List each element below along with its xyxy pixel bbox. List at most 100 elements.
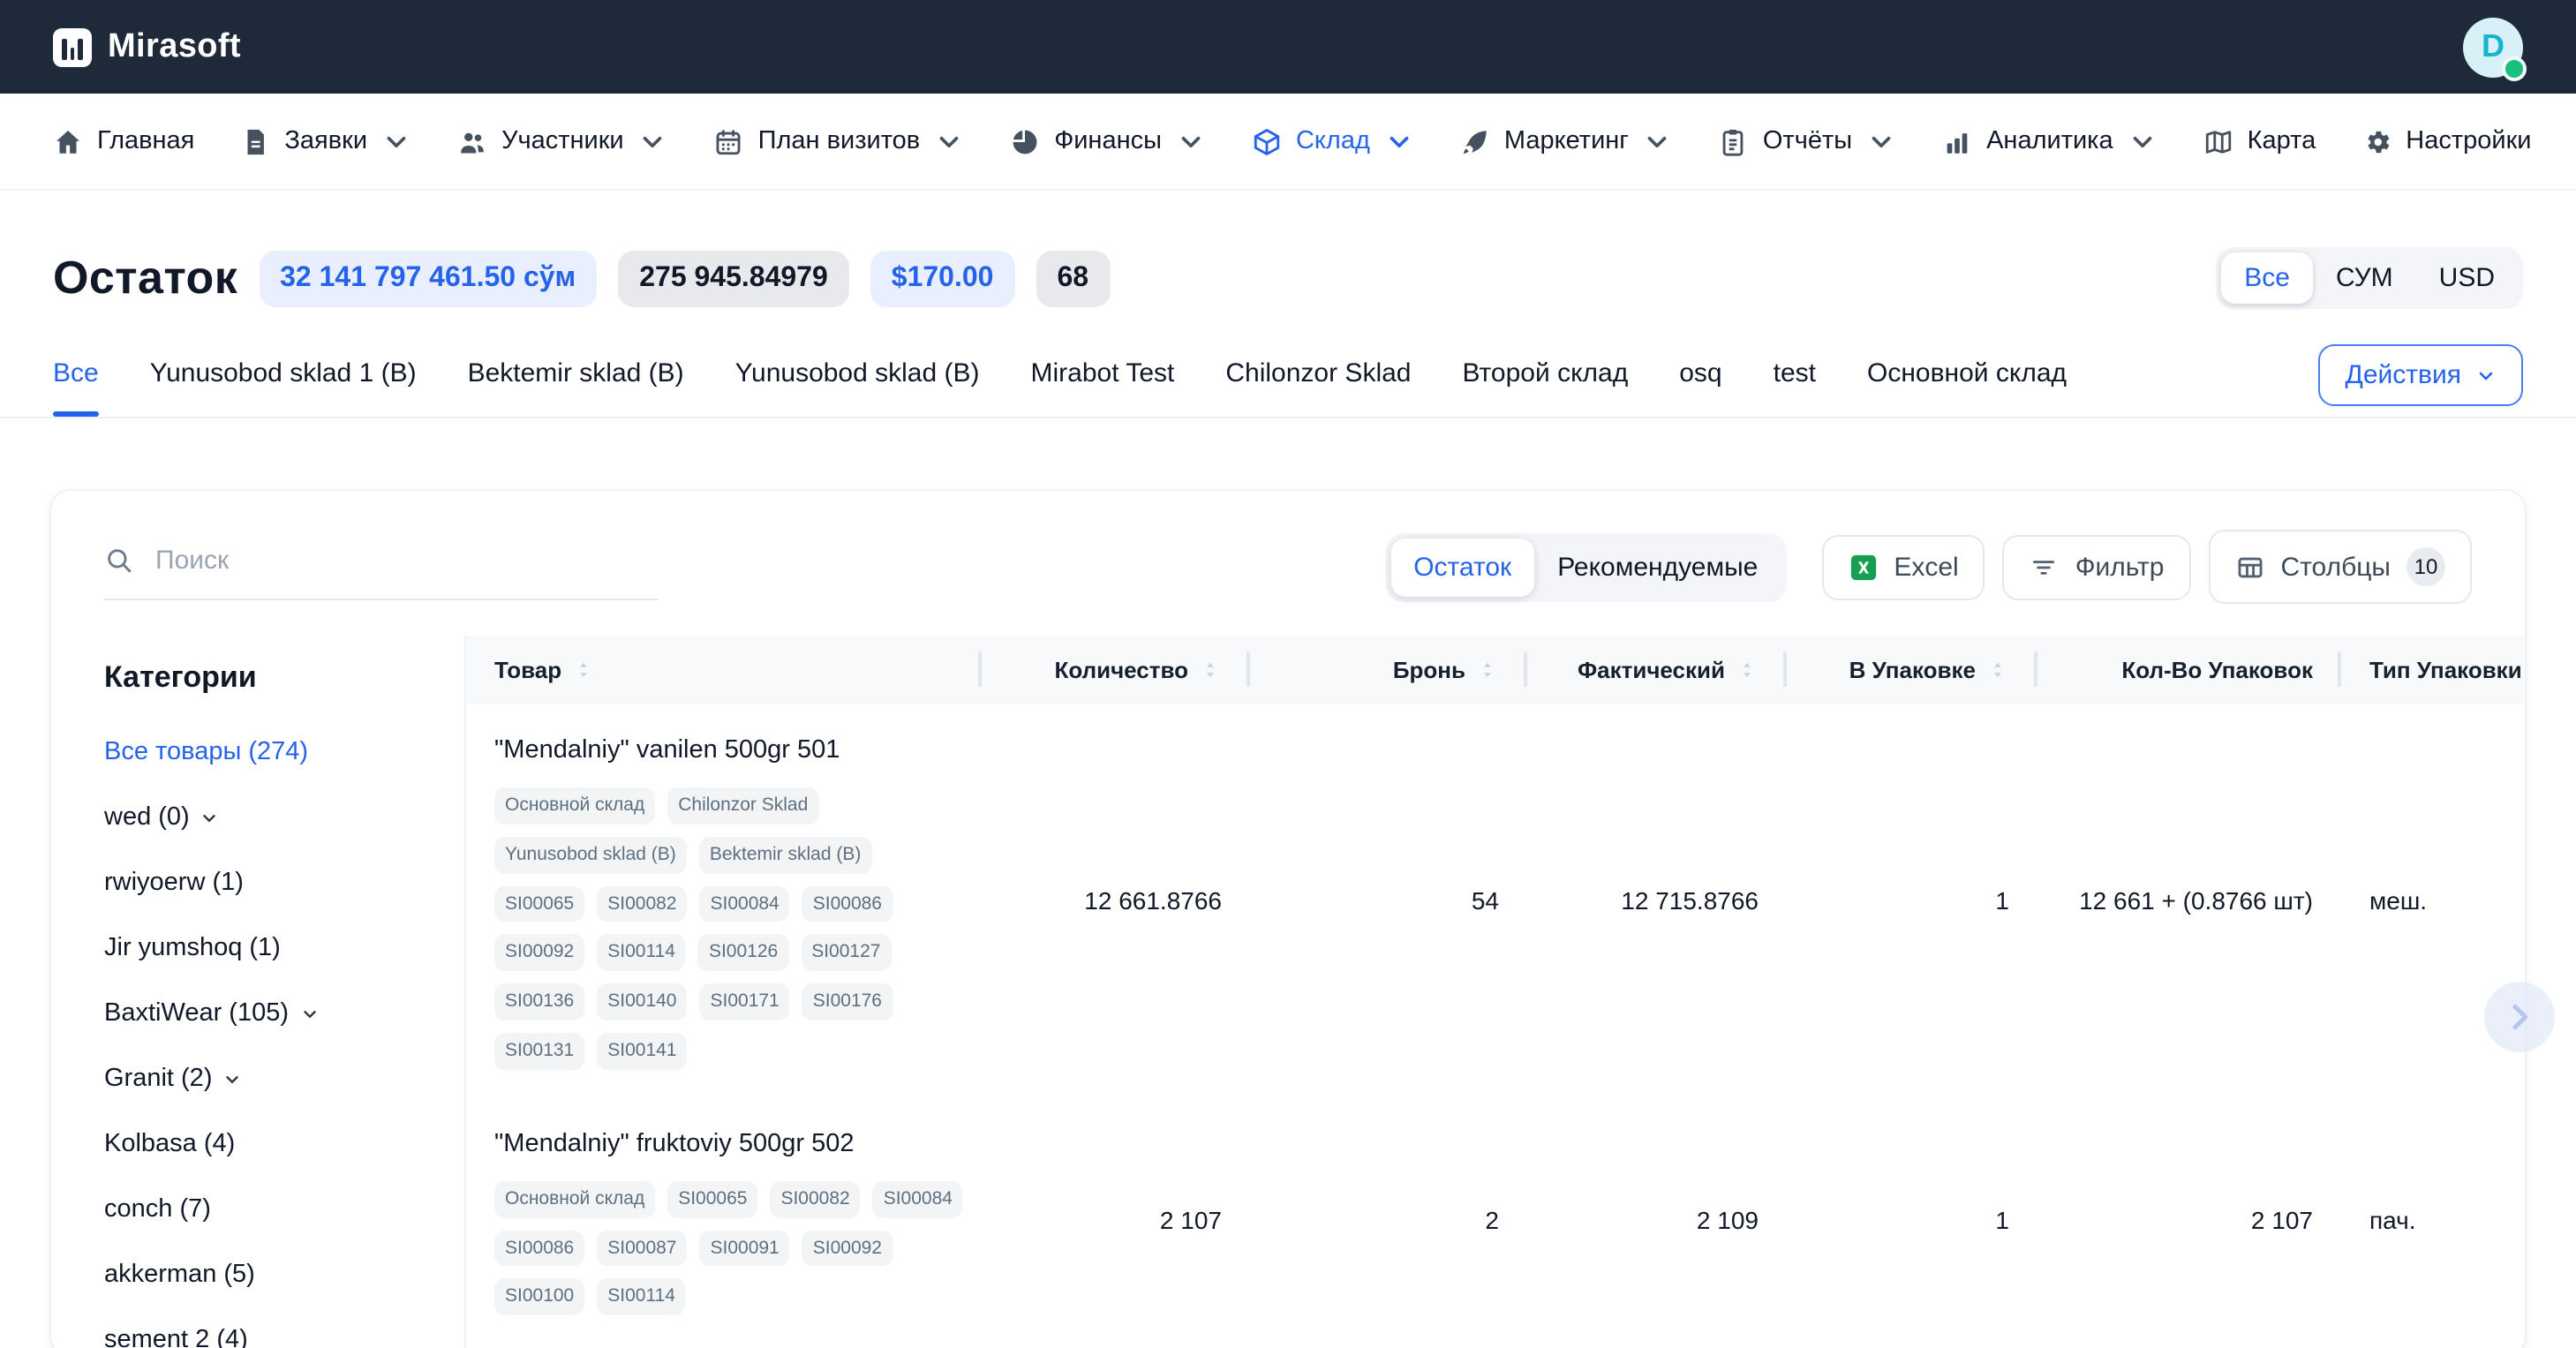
view-toggle: Остаток Рекомендуемые	[1385, 532, 1786, 601]
table-cell: 2 107	[982, 1098, 1250, 1344]
category-label: Jir yumshoq (1)	[104, 934, 281, 962]
search-input[interactable]	[152, 544, 659, 577]
category-item[interactable]: akkerman (5)	[104, 1261, 436, 1289]
brand-logo[interactable]: Mirasoft	[53, 27, 241, 66]
user-avatar[interactable]: D	[2463, 17, 2523, 77]
category-item[interactable]: Jir yumshoq (1)	[104, 934, 436, 962]
excel-button[interactable]: Excel	[1821, 534, 1985, 599]
nav-item[interactable]: Участники	[457, 126, 668, 156]
column-label: Товар	[494, 657, 561, 683]
column-label: В Упаковке	[1849, 657, 1976, 683]
sort-icon	[1476, 659, 1499, 682]
sort-icon	[572, 659, 595, 682]
warehouse-tab[interactable]: osq	[1679, 358, 1721, 388]
category-label: akkerman (5)	[104, 1261, 255, 1289]
warehouse-tab[interactable]: Yunusobod sklad 1 (B)	[150, 358, 417, 388]
topbar: Mirasoft D	[0, 0, 2576, 94]
nav-item-label: Склад	[1296, 127, 1370, 155]
table-cell: 1 598.16279	[982, 1344, 1250, 1348]
filter-button[interactable]: Фильтр	[2003, 534, 2191, 599]
columns-icon	[2234, 552, 2264, 582]
warehouse-tab[interactable]: Bektemir sklad (B)	[468, 358, 684, 388]
warehouse-tab[interactable]: Yunusobod sklad (B)	[735, 358, 980, 388]
table-cell: 5	[1250, 1344, 1527, 1348]
tag: SI00127	[801, 935, 891, 972]
tag: SI00100	[494, 1279, 584, 1316]
category-label: Все товары (274)	[104, 738, 308, 766]
gear-icon	[2361, 126, 2391, 156]
column-header[interactable]: Фактический	[1527, 636, 1787, 704]
table-cell: 2 107	[2037, 1098, 2341, 1344]
nav-item[interactable]: Склад	[1252, 126, 1414, 156]
nav-item[interactable]: Главная	[53, 126, 194, 156]
chevron-down-icon	[200, 808, 220, 827]
column-header[interactable]: Товар	[466, 636, 982, 704]
warehouse-tab[interactable]: Все	[53, 358, 99, 388]
chevron-down-icon	[223, 1069, 243, 1088]
column-header[interactable]: Кол-Во Упаковок	[2037, 636, 2341, 704]
actions-button[interactable]: Действия	[2319, 344, 2523, 406]
nav-item[interactable]: Финансы	[1010, 126, 1206, 156]
column-label: Бронь	[1393, 657, 1465, 683]
summary-badge: 275 945.84979	[618, 250, 849, 306]
nav-item-label: Маркетинг	[1504, 127, 1629, 155]
categories-heading: Категории	[104, 660, 436, 696]
table-row[interactable]: Avsanoy Uzum 800gr 5033 Основной склад S…	[466, 1344, 2525, 1348]
rocket-icon	[1460, 126, 1490, 156]
column-header[interactable]: Количество	[982, 636, 1250, 704]
stock-table-wrap: Товар Количество	[466, 636, 2525, 1348]
table-row[interactable]: "Mendalniy" fruktoviy 500gr 502 Основной…	[466, 1098, 2525, 1344]
category-item[interactable]: Kolbasa (4)	[104, 1130, 436, 1158]
product-cell: Avsanoy Uzum 800gr 5033 Основной склад S…	[466, 1344, 982, 1348]
tag: SI00086	[494, 1230, 584, 1267]
nav-item[interactable]: Карта	[2203, 126, 2316, 156]
category-item[interactable]: BaxtiWear (105)	[104, 999, 436, 1028]
currency-option[interactable]: СУМ	[2313, 252, 2416, 304]
summary-badge: 68	[1036, 250, 1110, 306]
tag: SI00126	[698, 935, 788, 972]
category-item[interactable]: sement 2 (4)	[104, 1326, 436, 1348]
nav-item[interactable]: План визитов	[714, 126, 965, 156]
nav-item[interactable]: Аналитика	[1942, 126, 2158, 156]
tag: SI00086	[802, 885, 893, 923]
nav-item[interactable]: Маркетинг	[1460, 126, 1673, 156]
tag: SI00084	[873, 1181, 963, 1218]
sort-icon	[1736, 659, 1759, 682]
column-header[interactable]: В Упаковке	[1787, 636, 2037, 704]
category-item[interactable]: Все товары (274)	[104, 738, 436, 766]
column-header[interactable]: Тип Упаковки	[2341, 636, 2525, 704]
tag: Bektemir sklad (B)	[699, 837, 872, 874]
sort-icon	[1986, 659, 2009, 682]
chevron-down-icon	[638, 126, 668, 156]
tag: SI00087	[597, 1230, 687, 1267]
category-item[interactable]: Granit (2)	[104, 1065, 436, 1093]
nav-item[interactable]: Заявки	[240, 126, 411, 156]
table-row[interactable]: "Mendalniy" vanilen 500gr 501 Основной с…	[466, 704, 2525, 1098]
category-item[interactable]: conch (7)	[104, 1195, 436, 1224]
column-header[interactable]: Бронь	[1250, 636, 1527, 704]
view-option[interactable]: Остаток	[1390, 538, 1534, 596]
warehouse-tab[interactable]: Mirabot Test	[1031, 358, 1175, 388]
warehouse-tab[interactable]: Chilonzor Sklad	[1225, 358, 1411, 388]
nav-item[interactable]: Настройки	[2361, 126, 2531, 156]
nav-item[interactable]: Отчёты	[1719, 126, 1896, 156]
warehouse-tab[interactable]: Второй склад	[1463, 358, 1629, 388]
scroll-right-button[interactable]	[2484, 982, 2555, 1052]
table-cell	[2341, 1344, 2525, 1348]
currency-option[interactable]: Все	[2221, 252, 2313, 304]
map-icon	[2203, 126, 2233, 156]
online-status-dot	[2502, 56, 2527, 80]
view-option[interactable]: Рекомендуемые	[1534, 538, 1781, 596]
table-cell: 15	[1787, 1344, 2037, 1348]
category-item[interactable]: rwiyoerw (1)	[104, 869, 436, 897]
columns-button[interactable]: Столбцы 10	[2208, 530, 2472, 604]
sort-icon	[1199, 659, 1222, 682]
nav-item-label: Финансы	[1054, 127, 1162, 155]
category-item[interactable]: wed (0)	[104, 803, 436, 832]
warehouse-tab[interactable]: test	[1774, 358, 1816, 388]
warehouse-tab[interactable]: Основной склад	[1867, 358, 2067, 388]
nav-item-label: Карта	[2248, 127, 2316, 155]
currency-option[interactable]: USD	[2416, 252, 2518, 304]
page-header: Остаток 32 141 797 461.50 сўм 275 945.84…	[53, 247, 2523, 309]
tag: SI00141	[597, 1033, 687, 1070]
